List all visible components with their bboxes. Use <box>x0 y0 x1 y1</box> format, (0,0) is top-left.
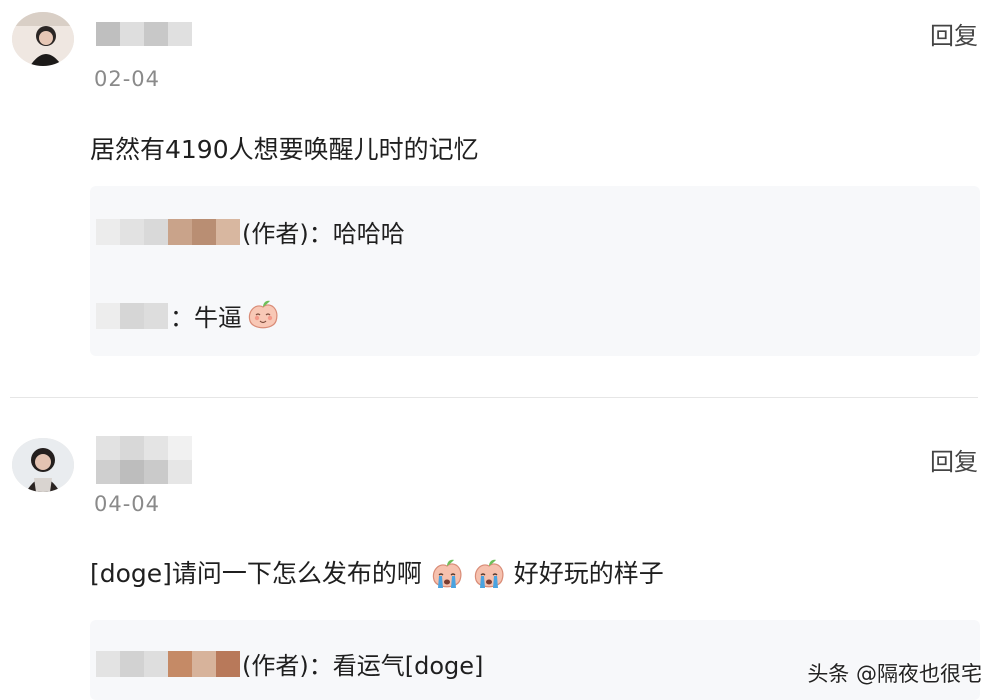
avatar[interactable] <box>12 438 74 492</box>
replier-name-obscured[interactable] <box>96 650 240 677</box>
reply-row: (作者) ： 哈哈哈 <box>96 214 405 249</box>
reply-button[interactable]: 回复 <box>930 442 978 477</box>
reply-text: 哈哈哈 <box>332 220 405 248</box>
peach-cry-emoji-icon <box>472 558 506 592</box>
username-obscured[interactable] <box>96 436 192 484</box>
comment-text: 居然有4190人想要唤醒儿时的记忆 <box>90 135 479 164</box>
replies-box: (作者) ： 哈哈哈 ： 牛逼 <box>90 186 980 356</box>
username-obscured[interactable] <box>96 22 192 46</box>
author-tag: (作者) <box>242 652 309 680</box>
reply-separator: ： <box>308 220 333 248</box>
replier-name-obscured[interactable] <box>96 218 240 245</box>
comment-1: 回复 02-04 居然有4190人想要唤醒儿时的记忆 (作者) ： 哈哈哈 ： <box>0 0 1004 397</box>
reply-row: ： 牛逼 <box>96 298 280 333</box>
comment-date: 04-04 <box>94 492 161 516</box>
reply-button[interactable]: 回复 <box>930 16 978 51</box>
reply-separator: ： <box>170 304 194 332</box>
comment-2: 回复 04-04 [doge]请问一下怎么发布的啊 好好玩的样子 (作者) ： … <box>0 398 1004 700</box>
avatar[interactable] <box>12 12 74 66</box>
comment-text-part1: [doge]请问一下怎么发布的啊 <box>90 559 422 588</box>
avatar-image <box>12 12 74 66</box>
reply-separator: ： <box>308 652 333 680</box>
reply-text: 看运气[doge] <box>332 652 484 680</box>
avatar-image <box>12 438 74 492</box>
comment-text-part2: 好好玩的样子 <box>513 559 664 588</box>
author-tag: (作者) <box>242 220 309 248</box>
peach-blush-emoji-icon <box>246 299 280 333</box>
reply-row: (作者) ： 看运气[doge] <box>96 646 483 681</box>
peach-cry-emoji-icon <box>430 558 464 592</box>
reply-text: 牛逼 <box>194 304 242 332</box>
comment-date: 02-04 <box>94 67 161 91</box>
watermark: 头条 @隔夜也很宅 <box>807 662 982 686</box>
replier-name-obscured[interactable] <box>96 302 168 329</box>
comment-text: [doge]请问一下怎么发布的啊 好好玩的样子 <box>90 554 664 592</box>
